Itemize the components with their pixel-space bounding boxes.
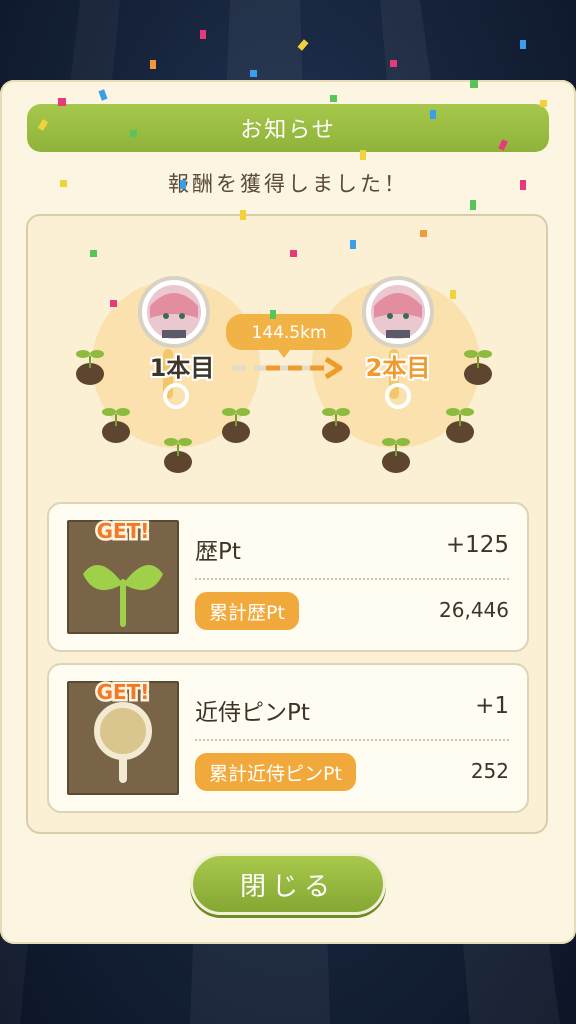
- close-button[interactable]: 閉じる: [190, 853, 386, 915]
- reward-amount: +1: [475, 693, 509, 719]
- reward-card-reki-pt: GET! 歴Pt +125 累計歴Pt 26,446: [47, 502, 529, 652]
- svg-text:GET!: GET!: [97, 680, 150, 704]
- reward-amount: +125: [445, 532, 509, 558]
- distance-label: 144.5km: [251, 323, 326, 343]
- dialog-title: お知らせ: [27, 104, 549, 152]
- sprout-icon: [76, 350, 104, 385]
- reward-name: 近侍ピンPt: [195, 700, 310, 726]
- route-scene: 144.5km 1本目 2本目: [76, 276, 492, 473]
- route-to-label: 2本目: [366, 354, 431, 382]
- total-label-badge: 累計歴Pt: [195, 592, 299, 630]
- total-label-badge: 累計近侍ピンPt: [195, 753, 356, 791]
- divider: [195, 578, 509, 580]
- get-badge: GET!: [94, 517, 152, 546]
- total-value: 26,446: [439, 598, 509, 622]
- reward-name: 歴Pt: [195, 539, 241, 565]
- reward-card-pin-pt: GET! 近侍ピンPt +1 累計近侍ピンPt 252: [47, 663, 529, 813]
- route-from-label: 1本目: [150, 354, 215, 382]
- svg-text:GET!: GET!: [97, 519, 150, 543]
- divider: [195, 739, 509, 741]
- reward-message: 報酬を獲得しました！: [168, 172, 408, 196]
- total-value: 252: [470, 759, 509, 783]
- get-badge: GET!: [94, 678, 152, 707]
